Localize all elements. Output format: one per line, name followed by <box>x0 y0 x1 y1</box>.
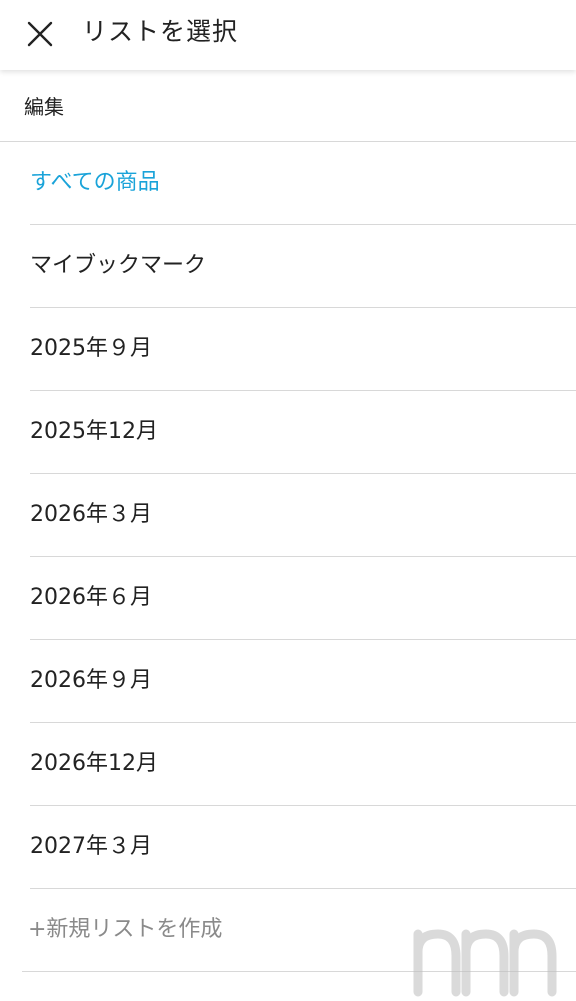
edit-button[interactable]: 編集 <box>0 72 576 142</box>
create-new-list-label: +新規リストを作成 <box>28 917 223 942</box>
close-icon <box>27 21 53 47</box>
close-button[interactable] <box>18 12 62 56</box>
list-item-2026-03[interactable]: 2026年３月 <box>0 474 576 557</box>
create-new-list-button[interactable]: +新規リストを作成 <box>0 889 576 972</box>
list-item-label: 2026年６月 <box>30 585 152 610</box>
edit-label: 編集 <box>24 95 64 119</box>
list-select-screen: リストを選択 編集 すべての商品 マイブックマーク 2025年９月 2025年1… <box>0 0 576 1001</box>
page-title: リストを選択 <box>82 17 239 46</box>
list-item-2027-03[interactable]: 2027年３月 <box>0 806 576 889</box>
list-item-label: 2025年９月 <box>30 336 152 361</box>
list-item-2025-09[interactable]: 2025年９月 <box>0 308 576 391</box>
list-item-label: マイブックマーク <box>30 253 207 278</box>
list-item-label: 2026年３月 <box>30 502 152 527</box>
list-item-my-bookmark[interactable]: マイブックマーク <box>0 225 576 308</box>
list-item-2026-09[interactable]: 2026年９月 <box>0 640 576 723</box>
list-item-label: 2027年３月 <box>30 834 152 859</box>
list-item-label: 2025年12月 <box>30 419 158 444</box>
list-item-2026-06[interactable]: 2026年６月 <box>0 557 576 640</box>
list-item-all-products[interactable]: すべての商品 <box>0 142 576 225</box>
header-bar: リストを選択 <box>0 0 576 70</box>
list-container: すべての商品 マイブックマーク 2025年９月 2025年12月 2026年３月… <box>0 142 576 972</box>
list-item-2026-12[interactable]: 2026年12月 <box>0 723 576 806</box>
list-item-label: 2026年９月 <box>30 668 152 693</box>
divider <box>22 971 576 972</box>
list-item-2025-12[interactable]: 2025年12月 <box>0 391 576 474</box>
list-item-label: 2026年12月 <box>30 751 158 776</box>
list-item-label: すべての商品 <box>30 170 160 195</box>
